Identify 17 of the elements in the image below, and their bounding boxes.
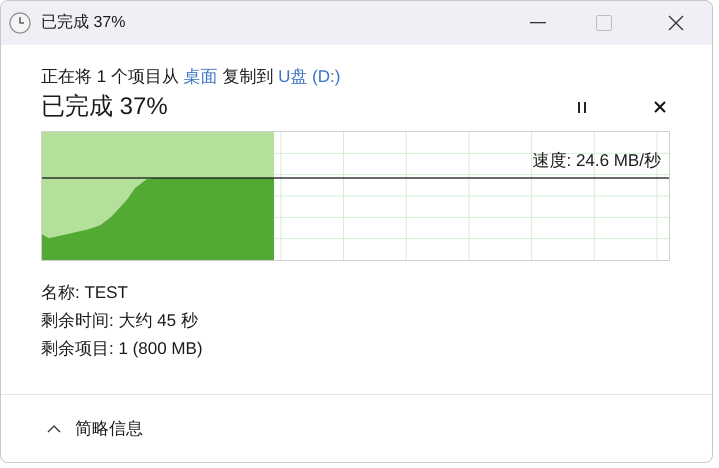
pause-icon <box>578 102 586 112</box>
source-link[interactable]: 桌面 <box>184 67 218 86</box>
minimize-icon <box>530 22 546 24</box>
window-title: 已完成 37% <box>41 12 126 33</box>
detail-line: 名称: TEST <box>41 282 129 304</box>
maximize-icon <box>596 15 612 31</box>
detail-line: 剩余时间: 大约 45 秒 <box>41 310 199 332</box>
destination-link[interactable]: U盘 (D:) <box>278 67 340 86</box>
speed-label: 速度: 24.6 MB/秒 <box>532 150 661 172</box>
detail-line: 剩余项目: 1 (800 MB) <box>41 338 204 360</box>
details-toggle[interactable]: 简略信息 <box>47 416 143 442</box>
copy-message: 正在将 1 个项目从 桌面 复制到 U盘 (D:) <box>41 66 342 88</box>
cancel-icon <box>654 101 666 113</box>
chevron-up-icon <box>47 424 61 432</box>
progress-heading: 已完成 37% <box>41 92 168 122</box>
close-icon <box>668 15 684 31</box>
clock-icon <box>9 12 31 34</box>
